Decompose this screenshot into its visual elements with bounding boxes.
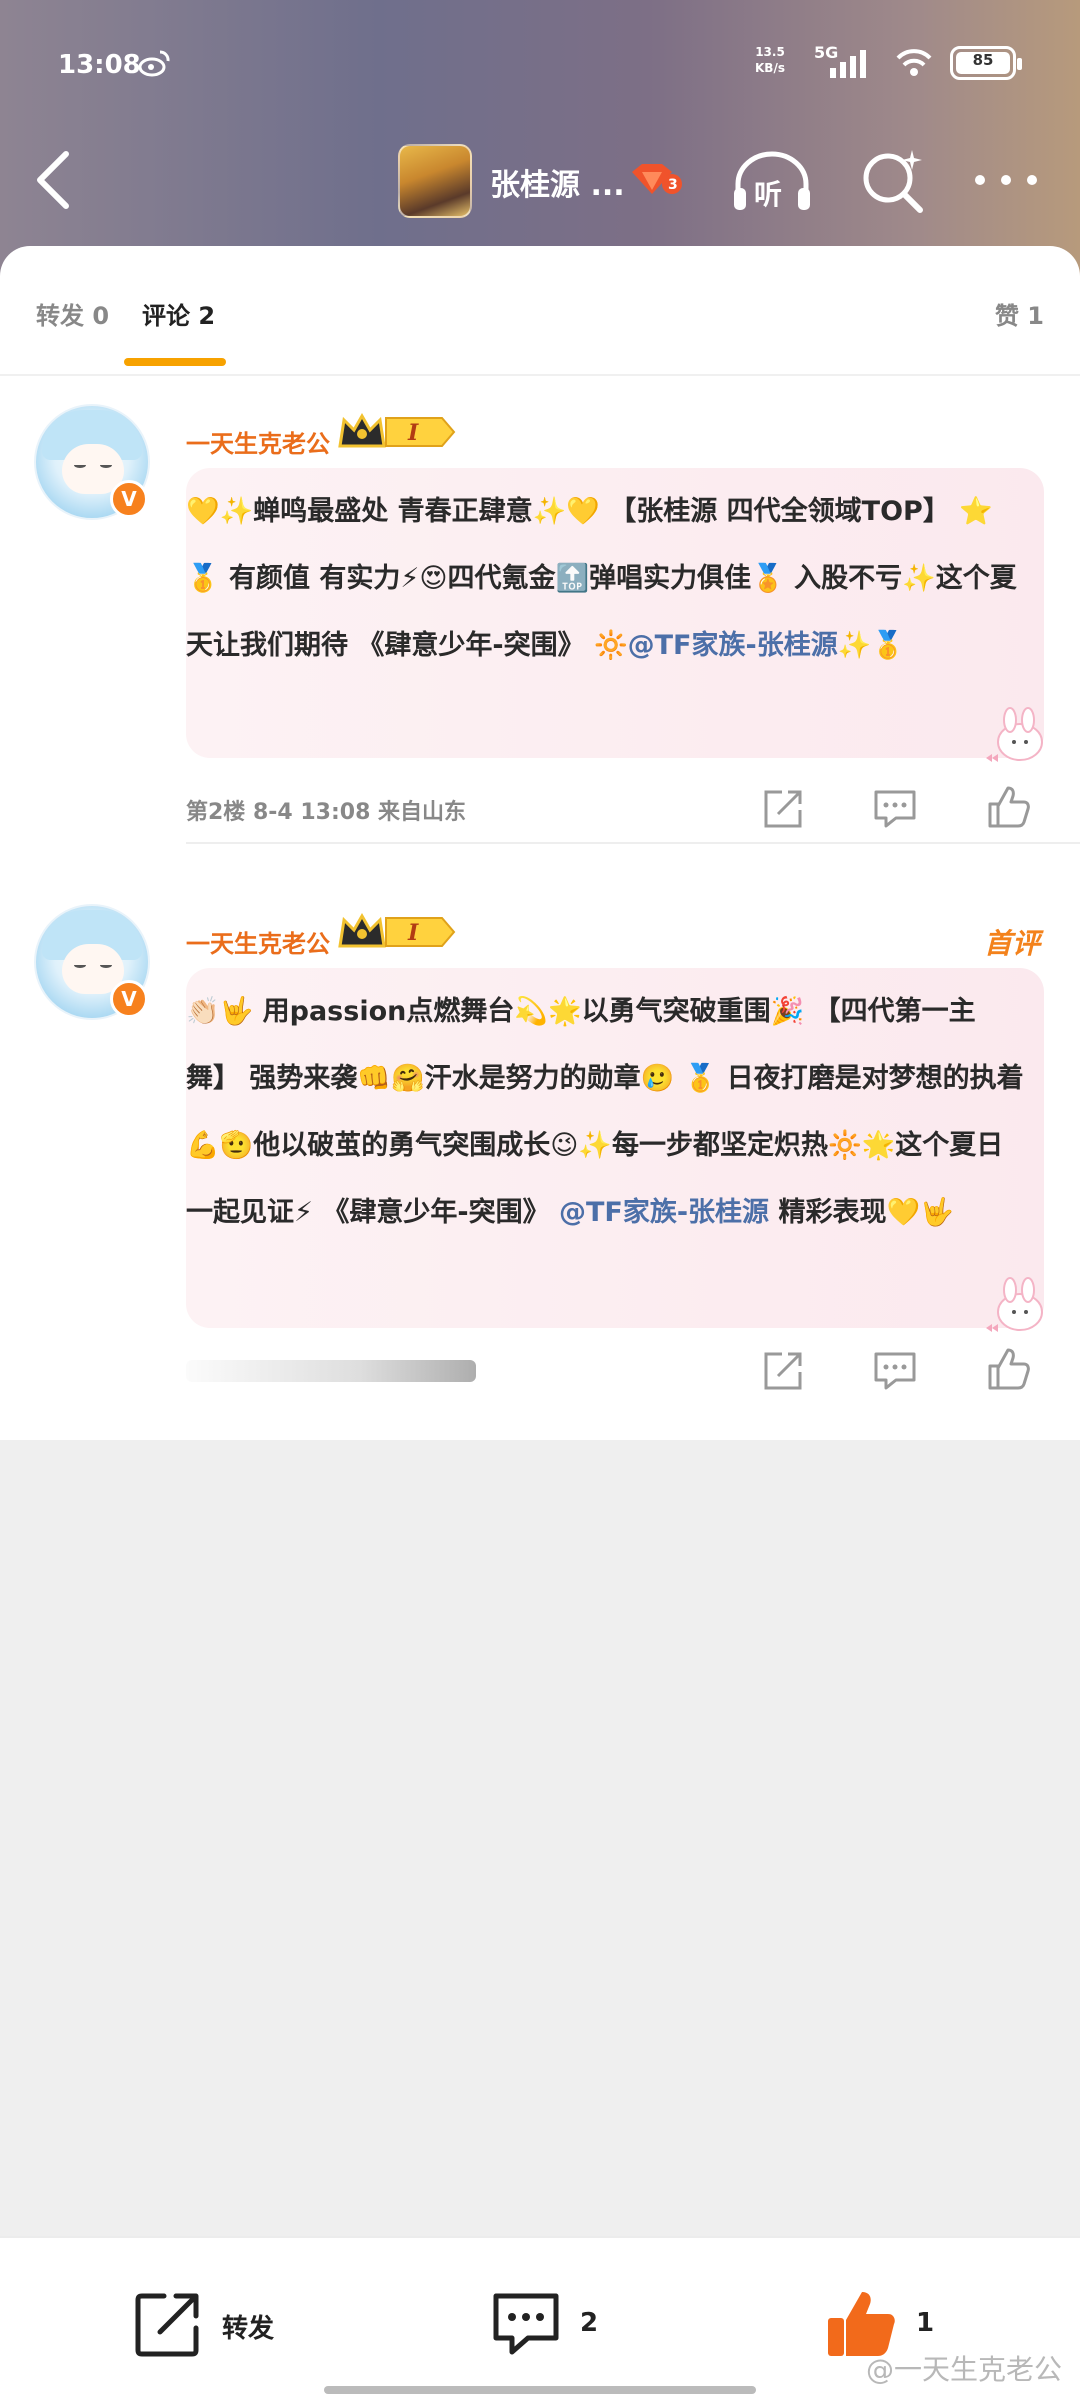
mention-link[interactable]: @TF家族-张桂源 bbox=[559, 1197, 769, 1228]
watermark: @一天生克老公 bbox=[865, 2353, 1062, 2386]
navbar: 张桂源 ... 3 听 bbox=[0, 140, 1080, 220]
wifi-icon bbox=[896, 49, 932, 76]
verified-icon: V bbox=[110, 480, 148, 518]
page-title[interactable]: 张桂源 ... bbox=[490, 160, 625, 204]
divider bbox=[186, 842, 1080, 844]
svg-text:5G: 5G bbox=[814, 43, 838, 62]
share-icon bbox=[135, 2293, 199, 2357]
search-button[interactable] bbox=[858, 146, 928, 216]
bottom-action-bar: 转发 2 1 @一天生克老公 bbox=[0, 2236, 1080, 2400]
crown-badge-icon: I bbox=[338, 912, 456, 948]
net-speed: 13.5 KB/s bbox=[755, 45, 785, 75]
svg-text:听: 听 bbox=[754, 178, 782, 211]
tab-repost[interactable]: 转发 0 bbox=[36, 296, 109, 331]
diamond-badge-icon: 3 bbox=[632, 164, 682, 194]
comment-text: 👏🏻🤟 用passion点燃舞台💫🌟以勇气突破重围🎉 【四代第一主舞】 强势来袭… bbox=[186, 996, 1024, 1228]
comment-button[interactable]: 2 bbox=[488, 2286, 648, 2362]
bunny-sticker-icon bbox=[986, 1277, 1043, 1332]
home-indicator[interactable] bbox=[324, 2386, 756, 2394]
battery-indicator: 85 bbox=[950, 46, 1022, 80]
tab-likes[interactable]: 赞 1 bbox=[995, 296, 1044, 331]
comment-item: V 一天生克老公 I 首评 👏🏻🤟 用passion点燃舞台💫🌟以勇气突破重围🎉… bbox=[0, 896, 1080, 1436]
tab-comments[interactable]: 评论 2 bbox=[142, 296, 215, 331]
header: 13:08 13.5 KB/s 5G 85 张桂源 ... 3 听 bbox=[0, 0, 1080, 280]
repost-button[interactable]: 转发 bbox=[130, 2286, 330, 2362]
signal-5g-icon: 5G bbox=[814, 43, 866, 78]
comment-icon bbox=[493, 2293, 559, 2355]
comment-bubble: 👏🏻🤟 用passion点燃舞台💫🌟以勇气突破重围🎉 【四代第一主舞】 强势来袭… bbox=[186, 968, 1044, 1332]
battery-level: 85 bbox=[972, 51, 994, 69]
weibo-icon bbox=[138, 50, 170, 77]
comments-panel: 转发 0 评论 2 赞 1 V 一天生克老公 I 💛✨蝉鸣最盛处 青春正肆意✨💛… bbox=[0, 246, 1080, 1440]
tab-bar: 转发 0 评论 2 赞 1 bbox=[0, 246, 1080, 376]
share-icon[interactable] bbox=[760, 1348, 806, 1394]
comment-count: 2 bbox=[580, 2308, 599, 2338]
status-bar: 13:08 13.5 KB/s 5G 85 bbox=[0, 40, 1080, 90]
crown-badge-icon: I bbox=[338, 412, 456, 448]
username[interactable]: 一天生克老公 bbox=[186, 424, 330, 459]
comment-icon[interactable] bbox=[872, 1348, 918, 1394]
bunny-sticker-icon bbox=[986, 707, 1043, 762]
comment-icon[interactable] bbox=[872, 786, 918, 832]
svg-text:I: I bbox=[407, 920, 419, 946]
comment-meta: 第2楼 8-4 13:08 来自山东 bbox=[186, 800, 467, 825]
like-icon[interactable] bbox=[986, 1346, 1032, 1392]
topic-avatar[interactable] bbox=[398, 144, 472, 218]
verified-icon: V bbox=[110, 980, 148, 1018]
like-count: 1 bbox=[916, 2308, 935, 2338]
first-comment-badge: 首评 bbox=[983, 927, 1040, 960]
more-button[interactable] bbox=[970, 160, 1042, 200]
repost-label: 转发 bbox=[222, 2314, 275, 2344]
status-time: 13:08 bbox=[58, 50, 141, 80]
comment-item: V 一天生克老公 I 💛✨蝉鸣最盛处 青春正肆意✨💛 【张桂源 四代全领域TOP… bbox=[0, 396, 1080, 844]
comment-text: 💛✨蝉鸣最盛处 青春正肆意✨💛 【张桂源 四代全领域TOP】 ⭐🥇 有颜值 有实… bbox=[186, 496, 1017, 661]
tab-indicator bbox=[124, 358, 226, 366]
comment-bubble: 💛✨蝉鸣最盛处 青春正肆意✨💛 【张桂源 四代全领域TOP】 ⭐🥇 有颜值 有实… bbox=[186, 468, 1044, 762]
share-icon[interactable] bbox=[760, 786, 806, 832]
mention-link[interactable]: @TF家族-张桂源 bbox=[628, 630, 838, 661]
like-icon[interactable] bbox=[986, 784, 1032, 830]
back-button[interactable] bbox=[28, 148, 78, 212]
comment-meta-blurred bbox=[186, 1360, 476, 1382]
username[interactable]: 一天生克老公 bbox=[186, 924, 330, 959]
svg-text:3: 3 bbox=[668, 177, 678, 193]
svg-text:I: I bbox=[407, 420, 419, 446]
listen-button[interactable]: 听 bbox=[730, 146, 814, 216]
